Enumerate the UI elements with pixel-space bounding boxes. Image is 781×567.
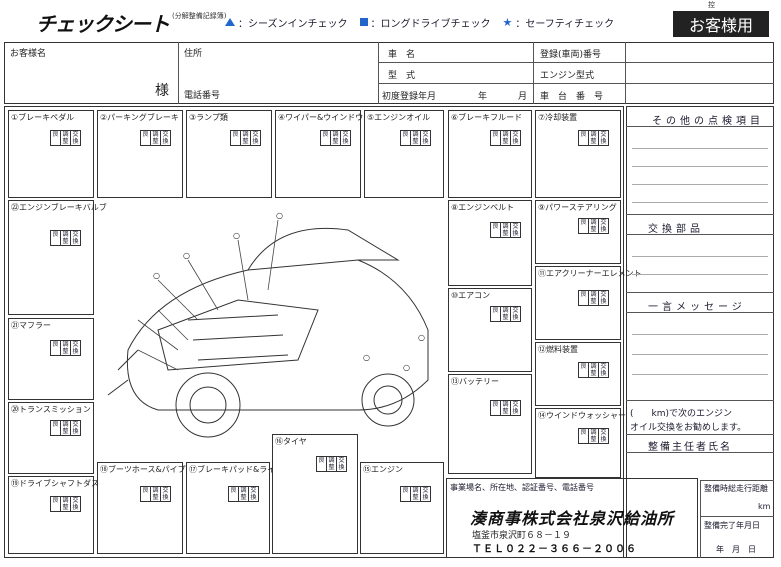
item-air-conditioner: ⑩エアコン (448, 288, 532, 372)
triangle-icon (225, 18, 235, 26)
honorific: 様 (155, 83, 169, 99)
oil-note-line-1: ( km)で次のエンジン (630, 409, 733, 419)
callout-6: ○ (403, 363, 410, 372)
square-icon (359, 18, 368, 26)
check-grid: 良調整 交換 (50, 496, 81, 512)
check-grid: 良調整 交換 (578, 362, 609, 378)
check-grid: 良調整 交換 (490, 306, 521, 322)
km-unit: km (758, 502, 771, 511)
registration-number-label: 登録(車両)番号 (540, 50, 602, 60)
item-engine-oil: ⑤エンジンオイル (364, 110, 444, 198)
check-grid: 良調整 交換 (578, 290, 609, 306)
star-icon: ★ (502, 15, 513, 29)
customer-name-label: お客様名 (10, 49, 47, 59)
car-diagram: ○ ○ ○ ○ ○ ○ ○ (107, 211, 429, 438)
item-wiper: ④ワイパー&ウインドウォッシャー (275, 110, 403, 198)
item-battery: ⑬バッテリー (448, 374, 532, 474)
check-grid: 良調整 交換 (490, 130, 521, 146)
legend-long-drive: ：ロングドライブチェック (359, 15, 491, 30)
check-grid: 良調整 交換 (490, 400, 521, 416)
check-grid: 良調整 交換 (230, 130, 261, 146)
completion-date: 年 月 日 (716, 545, 756, 554)
check-grid: 良調整 交換 (578, 130, 609, 146)
legend-safety: ★ ：セーフティチェック (502, 15, 615, 30)
callout-5: ○ (363, 353, 370, 362)
mechanic-title: 整備主任者氏名 (648, 442, 732, 453)
replaced-parts-title: 交換部品 (648, 224, 704, 235)
customer-copy-badge: お客様用 (673, 11, 769, 37)
check-grid: 良調整 交換 (320, 130, 351, 146)
item-engine-brake-valve: ㉒エンジンブレーキバルブ (8, 200, 107, 315)
check-grid: 良調整 交換 (140, 130, 171, 146)
model-label: 型 式 (388, 71, 416, 81)
check-grid: 良調整 交換 (400, 130, 431, 146)
check-grid: 良調整 交換 (50, 420, 81, 436)
callout-7: ○ (418, 333, 425, 342)
check-grid: 良調整 交換 (228, 486, 259, 502)
legend-season: ：シーズンインチェック (225, 15, 348, 30)
callout-3: ○ (233, 231, 240, 240)
engine-model-label: エンジン型式 (540, 71, 595, 81)
other-items-title: その他の点検項目 (652, 116, 764, 127)
check-grid: 良調整 交換 (50, 230, 81, 246)
mileage-label: 整備時総走行距離 (704, 484, 768, 493)
check-grid: 良調整 交換 (578, 218, 609, 234)
page-title: チェックシート (36, 12, 170, 36)
item-lamps: ③ランプ類 (186, 110, 272, 198)
item-cooling: ⑦冷却装置 (535, 110, 621, 198)
corner-mark: 控 (708, 1, 715, 9)
check-grid: 良調整 交換 (316, 456, 347, 472)
business-note: 事業場名、所在地、認証番号、電話番号 (450, 483, 594, 492)
address-label: 住所 (184, 49, 203, 59)
callout-2: ○ (183, 251, 190, 260)
check-grid: 良調整 交換 (50, 130, 81, 146)
month-label: 月 (518, 92, 528, 102)
item-parking-brake: ②パーキングブレーキ (97, 110, 183, 198)
company-phone: ＴＥＬ０２２－３６６－２００６ (472, 544, 637, 555)
check-grid: 良調整 交換 (578, 428, 609, 444)
item-brake-fluid: ⑥ブレーキフルード (448, 110, 532, 198)
item-boots-hose: ⑱ブーツホース&パイプ (97, 462, 186, 554)
check-grid: 良調整 交換 (50, 340, 81, 356)
callout-1: ○ (153, 271, 160, 280)
company-name: 湊商事株式会社泉沢給油所 (470, 509, 675, 528)
oil-note-line-2: オイル交換をお勧めします。 (630, 423, 747, 433)
check-grid: 良調整 交換 (140, 486, 171, 502)
item-engine-belt: ⑧エンジンベルト (448, 200, 532, 286)
item-transmission: ⑳トランスミッション (8, 402, 94, 474)
item-drive-shaft-boot: ⑲ドライブシャフトダストブーツ (8, 476, 131, 554)
legend: ：シーズンインチェック ：ロングドライブチェック ★ ：セーフティチェック (225, 13, 645, 31)
item-brake-pad: ⑰ブレーキパッド&ライニング (186, 462, 299, 554)
completion-label: 整備完了年月日 (704, 521, 760, 530)
car-name-label: 車 名 (388, 50, 416, 60)
message-title: 一言メッセージ (648, 302, 746, 313)
item-muffler: ㉑マフラー (8, 318, 94, 400)
year-label: 年 (478, 92, 488, 102)
first-registration-label: 初度登録年月 (382, 92, 437, 102)
title-note: (分解整備記録簿) (172, 12, 227, 20)
check-grid: 良調整 交換 (490, 222, 521, 238)
check-grid: 良調整 交換 (400, 486, 431, 502)
phone-label: 電話番号 (184, 91, 221, 101)
callout-4: ○ (276, 211, 283, 220)
item-engine: ⑮エンジン (360, 462, 444, 554)
item-brake-pedal: ①ブレーキペダル (8, 110, 94, 198)
chassis-number-label: 車 台 番 号 (540, 92, 604, 102)
